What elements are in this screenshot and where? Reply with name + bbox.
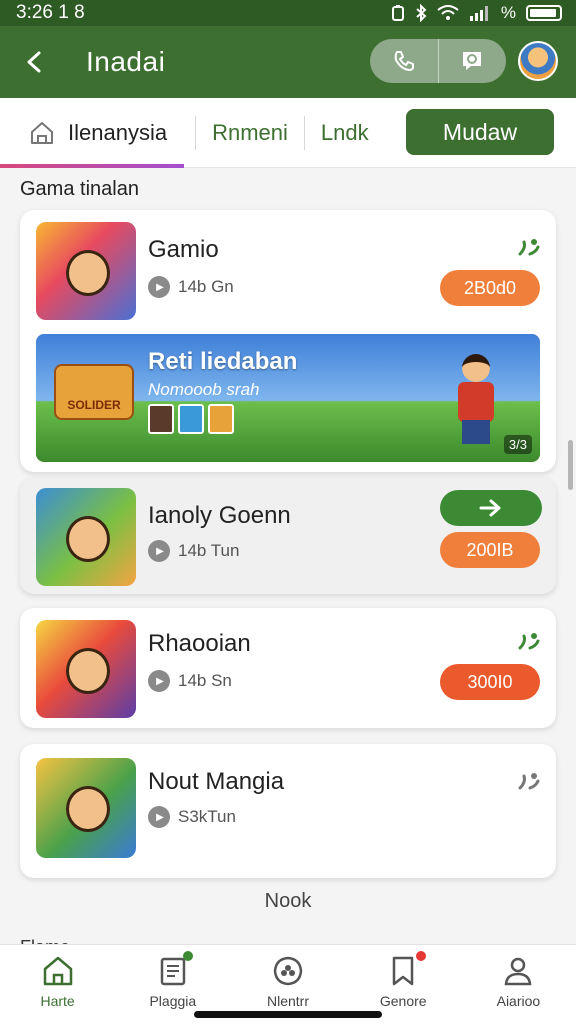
tab-rnmeni[interactable]: Rnmeni [196, 110, 304, 156]
nav-aiarioo[interactable]: Aiarioo [461, 945, 576, 1024]
game-thumbnail [36, 620, 136, 718]
game-meta-text: S3kTun [178, 807, 236, 826]
call-button[interactable] [370, 39, 438, 83]
game-title: Rhaooian [148, 630, 251, 657]
percent-icon: % [500, 3, 516, 22]
status-icons: % [391, 3, 562, 23]
tab-home[interactable]: Ilenanysia [28, 110, 167, 156]
tab-bar: Ilenanysia Rnmeni Lndk Mudaw [0, 98, 576, 168]
promo-banner[interactable]: SOLIDER Reti liedaban Nomooob srah 3/3 [36, 334, 540, 462]
game-meta-text: 14b Gn [178, 277, 234, 296]
nav-label: Nlentrr [267, 993, 310, 1009]
price-button[interactable]: 2B0d0 [440, 270, 540, 306]
sparkle-icon[interactable] [516, 234, 542, 260]
character-face [66, 648, 110, 694]
chat-icon [463, 52, 482, 70]
price-button[interactable]: 300I0 [440, 664, 540, 700]
game-meta: ▶ 14b Sn [148, 670, 232, 692]
badge-text: SOLIDER [67, 398, 121, 412]
game-meta-text: 14b Tun [178, 541, 240, 560]
nav-label: Genore [379, 993, 427, 1009]
sparkle-icon[interactable] [516, 628, 542, 654]
home-outline-icon [31, 121, 53, 144]
game-logo-badge: SOLIDER [54, 364, 134, 420]
game-meta: ▶ 14b Tun [148, 540, 239, 562]
load-more-link[interactable]: Nook [0, 890, 576, 913]
game-thumbnail [36, 488, 136, 586]
game-card[interactable]: Gamio ▶ 14b Gn 2B0d0 SOLIDER Reti liedab… [20, 210, 556, 472]
tab-label: Lndk [320, 119, 369, 145]
arrow-left-icon[interactable] [22, 48, 50, 76]
chat-button[interactable] [437, 39, 507, 83]
action-pill [370, 39, 506, 83]
club-icon [273, 956, 303, 986]
phone-icon [394, 51, 414, 72]
app-bar: Inadai [0, 26, 576, 98]
price-button[interactable]: 200IB [440, 532, 540, 568]
price-label: 300I0 [467, 671, 513, 692]
game-title: Ianoly Goenn [148, 502, 291, 529]
bluetooth-icon [416, 4, 427, 22]
banner-title: Reti liedaban [148, 348, 298, 375]
price-label: 2B0d0 [463, 277, 517, 298]
open-button[interactable] [440, 490, 542, 526]
nav-label: Aiarioo [496, 993, 541, 1009]
tab-label: Ilenanysia [68, 119, 168, 145]
game-card-selected[interactable]: Ianoly Goenn ▶ 14b Tun 200IB [20, 478, 556, 594]
arrow-right-icon [479, 499, 501, 517]
character-face [66, 516, 110, 562]
game-meta: ▶ S3kTun [148, 806, 236, 828]
bookmark-icon [392, 956, 414, 986]
play-icon: ▶ [148, 276, 170, 298]
game-title: Gamio [148, 236, 219, 263]
mini-thumbnail [208, 404, 234, 434]
price-label: 200IB [466, 539, 514, 560]
hero-character [456, 354, 496, 444]
battery-icon [526, 5, 562, 21]
sparkle-icon[interactable] [516, 768, 542, 794]
scrollbar[interactable] [568, 440, 573, 490]
tab-label: Rnmeni [212, 119, 288, 145]
nav-label: Harte [40, 993, 75, 1009]
page-title: Inadai [86, 46, 166, 77]
game-title: Nout Mangia [148, 768, 285, 795]
game-meta: ▶ 14b Gn [148, 276, 234, 298]
avatar[interactable] [518, 41, 558, 81]
mini-thumbnail [148, 404, 174, 434]
home-icon [43, 956, 72, 986]
tab-lndk[interactable]: Lndk [305, 110, 385, 156]
nav-label: Plaggia [149, 993, 197, 1009]
game-thumbnail [36, 758, 136, 858]
battery-saver-icon [391, 5, 404, 21]
status-time: 3:26 1 8 [16, 2, 85, 23]
notification-dot [183, 951, 194, 961]
character-face [66, 250, 110, 296]
tab-active-indicator [0, 164, 184, 168]
game-card[interactable]: Rhaooian ▶ 14b Sn 300I0 [20, 608, 556, 728]
mini-thumbnail [178, 404, 204, 434]
signal-icon [469, 6, 488, 21]
status-bar: 3:26 1 8 % [0, 0, 576, 26]
game-meta-text: 14b Sn [178, 671, 232, 690]
notification-dot [415, 951, 426, 961]
tab-mudaw[interactable]: Mudaw [406, 109, 554, 155]
tab-label: Mudaw [442, 118, 518, 145]
character-face [66, 786, 110, 832]
banner-subtitle: Nomooob srah [148, 380, 260, 399]
play-icon: ▶ [148, 806, 170, 828]
home-indicator[interactable] [194, 1011, 382, 1018]
person-icon [505, 957, 532, 986]
game-thumbnail [36, 222, 136, 320]
wifi-icon [437, 5, 459, 20]
nav-home[interactable]: Harte [0, 945, 115, 1024]
section-title: Gama tinalan [20, 178, 139, 200]
banner-count: 3/3 [503, 435, 532, 454]
play-icon: ▶ [148, 670, 170, 692]
game-card[interactable]: Nout Mangia ▶ S3kTun [20, 744, 556, 878]
play-icon: ▶ [148, 540, 170, 562]
